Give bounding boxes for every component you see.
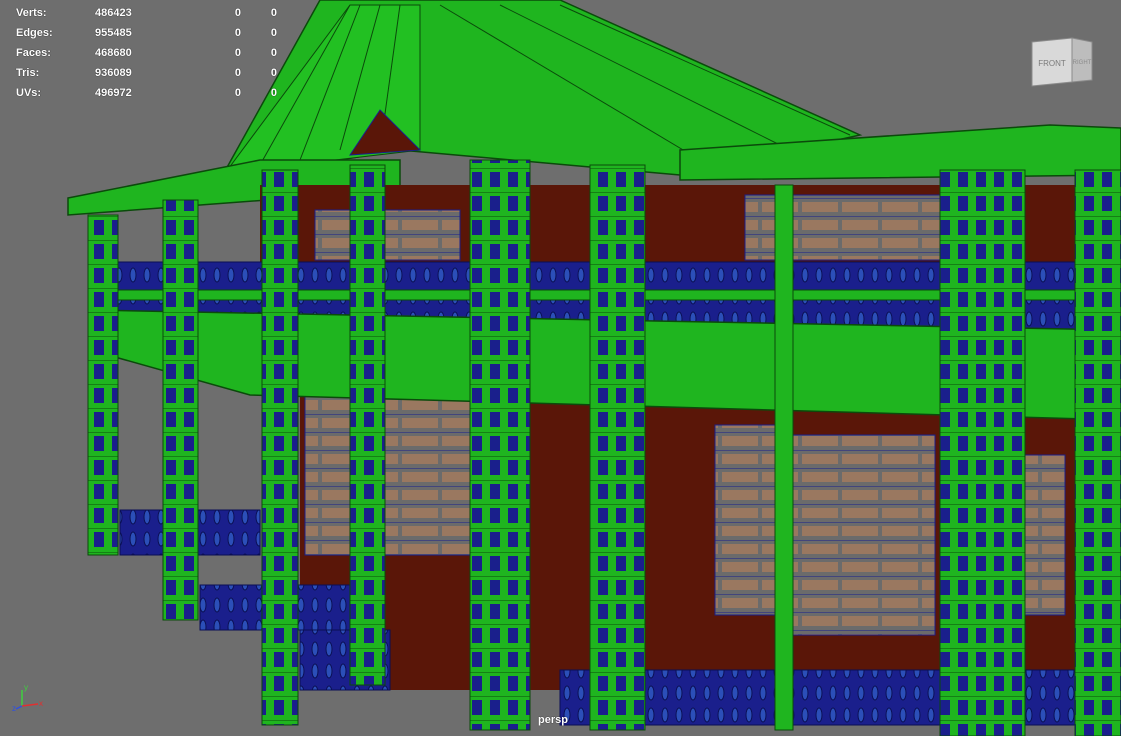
axis-y-label: y [24,683,28,692]
hud-value-component: 0 [270,87,277,99]
hud-value-selected: 0 [234,27,241,39]
hud-value-selected: 0 [234,47,241,59]
hud-value: 496972 [95,87,132,99]
axis-z-label: z [12,704,16,712]
hud-row-edges: Edges: 955485 0 0 [16,23,277,43]
viewcube[interactable]: FRONT RIGHT [1030,36,1094,90]
hud-row-faces: Faces: 468680 0 0 [16,43,277,63]
axis-gizmo: y x z [12,683,43,712]
poly-count-hud: Verts: 486423 0 0 Edges: 955485 0 0 Face… [16,3,277,103]
hud-label: Tris: [16,67,40,79]
hud-row-tris: Tris: 936089 0 0 [16,63,277,83]
hud-label: Faces: [16,47,51,59]
hud-value-component: 0 [270,47,277,59]
hud-label: UVs: [16,87,42,99]
hud-value: 955485 [95,27,132,39]
hud-value-selected: 0 [234,67,241,79]
hud-value: 468680 [95,47,132,59]
hud-value-selected: 0 [234,87,241,99]
hud-value: 936089 [95,67,132,79]
hud-value-selected: 0 [234,7,241,19]
axis-x-label: x [39,699,43,708]
hud-row-verts: Verts: 486423 0 0 [16,3,277,23]
house-wireframe-model[interactable] [0,0,1121,736]
viewcube-front-label[interactable]: FRONT [1038,59,1066,68]
hud-row-uvs: UVs: 496972 0 0 [16,83,277,103]
hud-value-component: 0 [270,67,277,79]
viewcube-right-label[interactable]: RIGHT [1073,60,1092,66]
hud-label: Edges: [16,27,53,39]
hud-value-component: 0 [270,7,277,19]
hud-label: Verts: [16,7,47,19]
hud-value-component: 0 [270,27,277,39]
hud-value: 486423 [95,7,132,19]
viewport-persp[interactable]: Verts: 486423 0 0 Edges: 955485 0 0 Face… [0,0,1121,736]
camera-name-label: persp [538,714,568,726]
